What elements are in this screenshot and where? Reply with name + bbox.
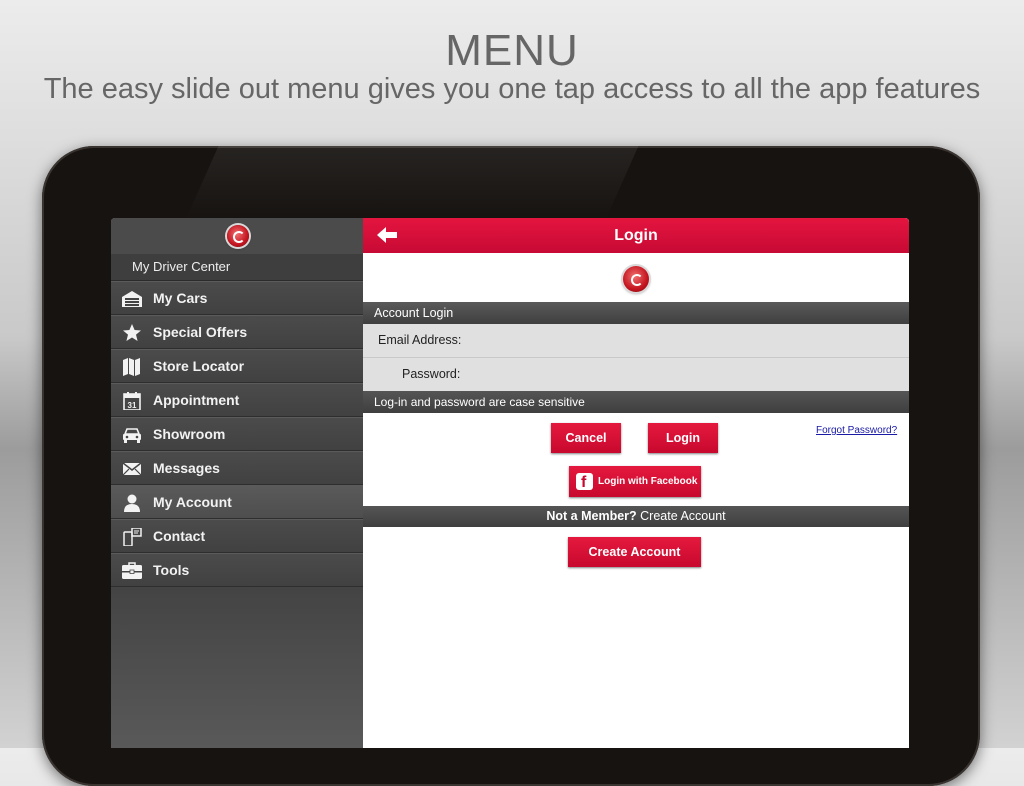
brand-logo-icon	[623, 266, 649, 292]
forgot-password-link[interactable]: Forgot Password?	[816, 425, 897, 436]
app-screen: My Driver Center My Cars Special Offers	[111, 218, 909, 748]
email-label: Email Address:	[378, 333, 462, 347]
car-icon	[123, 428, 141, 443]
sidebar-item-tools[interactable]: Tools	[111, 553, 363, 587]
sidebar-item-appointment[interactable]: 31 Appointment	[111, 383, 363, 417]
sidebar-item-label: Showroom	[153, 426, 226, 442]
person-icon	[124, 494, 140, 512]
sidebar-item-label: My Cars	[153, 290, 208, 306]
sidebar-item-special-offers[interactable]: Special Offers	[111, 315, 363, 349]
email-field[interactable]	[463, 328, 897, 355]
sidebar-item-my-cars[interactable]: My Cars	[111, 281, 363, 315]
not-member-bar: Not a Member? Create Account	[363, 506, 909, 527]
not-member-label: Not a Member?	[546, 509, 637, 523]
sidebar-logo-row	[111, 218, 363, 254]
star-icon	[123, 324, 141, 341]
sidebar-item-store-locator[interactable]: Store Locator	[111, 349, 363, 383]
facebook-icon: f	[576, 473, 593, 491]
sidebar-item-label: Store Locator	[153, 358, 245, 374]
map-icon	[123, 358, 140, 376]
sidebar-item-label: Messages	[153, 460, 220, 476]
sidebar-item-label: Appointment	[153, 392, 240, 408]
create-account-button[interactable]: Create Account	[568, 537, 701, 567]
promo-subtitle: The easy slide out menu gives you one ta…	[43, 73, 981, 105]
side-menu: My Driver Center My Cars Special Offers	[111, 218, 363, 748]
sidebar-item-contact[interactable]: Contact	[111, 519, 363, 553]
login-button[interactable]: Login	[648, 423, 718, 453]
account-login-header: Account Login	[363, 302, 909, 324]
garage-icon	[122, 291, 142, 307]
calendar-day-label: 31	[128, 401, 137, 410]
sidebar-item-my-account[interactable]: My Account	[111, 485, 363, 519]
password-row: Password:	[363, 358, 909, 392]
email-row: Email Address:	[363, 324, 909, 358]
brand-logo-icon	[227, 225, 249, 247]
top-bar: Login	[363, 218, 909, 253]
sidebar-item-showroom[interactable]: Showroom	[111, 417, 363, 451]
tablet-glare	[185, 146, 639, 220]
cancel-button[interactable]: Cancel	[551, 423, 621, 453]
promo-title: MENU	[445, 26, 579, 75]
sidebar-item-label: Contact	[153, 528, 206, 544]
phone-icon	[123, 528, 142, 546]
page-title: Login	[614, 227, 658, 244]
sidebar-item-label: Tools	[153, 562, 190, 578]
login-panel: Login Account Login Email Address: Passw…	[363, 218, 909, 748]
toolbox-icon	[122, 562, 142, 579]
facebook-login-label: Login with Facebook	[598, 476, 698, 487]
calendar-icon: 31	[123, 392, 141, 410]
password-field[interactable]	[463, 362, 897, 389]
envelope-icon	[122, 462, 142, 476]
sidebar-header: My Driver Center	[111, 254, 363, 281]
password-label: Password:	[402, 367, 461, 381]
case-sensitive-note: Log-in and password are case sensitive	[363, 391, 909, 413]
sidebar-item-label: My Account	[153, 494, 232, 510]
sidebar-item-messages[interactable]: Messages	[111, 451, 363, 485]
create-account-link[interactable]: Create Account	[640, 509, 725, 523]
sidebar-item-label: Special Offers	[153, 324, 248, 340]
facebook-login-button[interactable]: f Login with Facebook	[569, 466, 701, 497]
